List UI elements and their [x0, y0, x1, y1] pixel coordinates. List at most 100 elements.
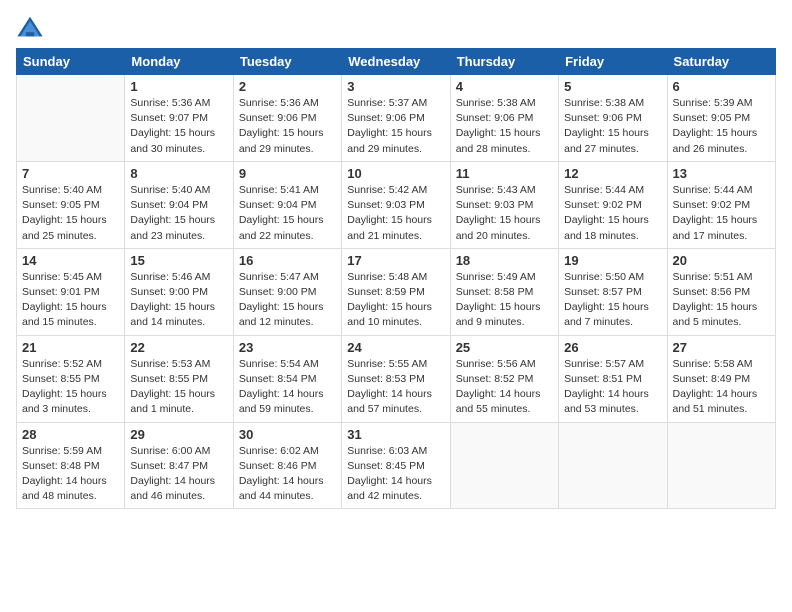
day-info: Sunrise: 5:37 AM Sunset: 9:06 PM Dayligh… — [347, 96, 444, 157]
day-info: Sunrise: 5:39 AM Sunset: 9:05 PM Dayligh… — [673, 96, 770, 157]
day-number: 29 — [130, 427, 227, 442]
day-number: 28 — [22, 427, 119, 442]
calendar-col-header: Thursday — [450, 49, 558, 75]
calendar-cell: 27 Sunrise: 5:58 AM Sunset: 8:49 PM Dayli… — [667, 335, 775, 422]
day-info: Sunrise: 5:43 AM Sunset: 9:03 PM Dayligh… — [456, 183, 553, 244]
day-info: Sunrise: 5:46 AM Sunset: 9:00 PM Dayligh… — [130, 270, 227, 331]
calendar-cell: 20 Sunrise: 5:51 AM Sunset: 8:56 PM Dayli… — [667, 248, 775, 335]
calendar-week-row: 28 Sunrise: 5:59 AM Sunset: 8:48 PM Dayli… — [17, 422, 776, 509]
calendar-cell: 7 Sunrise: 5:40 AM Sunset: 9:05 PM Daylig… — [17, 161, 125, 248]
calendar-cell: 16 Sunrise: 5:47 AM Sunset: 9:00 PM Dayli… — [233, 248, 341, 335]
calendar-cell: 18 Sunrise: 5:49 AM Sunset: 8:58 PM Dayli… — [450, 248, 558, 335]
calendar-col-header: Wednesday — [342, 49, 450, 75]
day-info: Sunrise: 5:40 AM Sunset: 9:05 PM Dayligh… — [22, 183, 119, 244]
day-number: 1 — [130, 79, 227, 94]
calendar-col-header: Monday — [125, 49, 233, 75]
calendar-table: SundayMondayTuesdayWednesdayThursdayFrid… — [16, 48, 776, 509]
day-info: Sunrise: 5:42 AM Sunset: 9:03 PM Dayligh… — [347, 183, 444, 244]
calendar-week-row: 14Sunrise: 5:45 AM Sunset: 9:01 PM Dayli… — [17, 248, 776, 335]
day-number: 7 — [22, 166, 119, 181]
day-info: Sunrise: 5:38 AM Sunset: 9:06 PM Dayligh… — [564, 96, 661, 157]
day-number: 13 — [673, 166, 770, 181]
day-info: Sunrise: 5:55 AM Sunset: 8:53 PM Dayligh… — [347, 357, 444, 418]
day-number: 15 — [130, 253, 227, 268]
day-info: Sunrise: 5:40 AM Sunset: 9:04 PM Dayligh… — [130, 183, 227, 244]
calendar-cell: 10 Sunrise: 5:42 AM Sunset: 9:03 PM Dayli… — [342, 161, 450, 248]
calendar-cell: 30 Sunrise: 6:02 AM Sunset: 8:46 PM Dayli… — [233, 422, 341, 509]
day-number: 3 — [347, 79, 444, 94]
calendar-col-header: Saturday — [667, 49, 775, 75]
day-info: Sunrise: 5:52 AM Sunset: 8:55 PM Dayligh… — [22, 357, 119, 418]
calendar-cell — [450, 422, 558, 509]
day-number: 23 — [239, 340, 336, 355]
day-info: Sunrise: 5:51 AM Sunset: 8:56 PM Dayligh… — [673, 270, 770, 331]
calendar-cell: 14Sunrise: 5:45 AM Sunset: 9:01 PM Dayli… — [17, 248, 125, 335]
day-number: 8 — [130, 166, 227, 181]
calendar-cell: 31Sunrise: 6:03 AM Sunset: 8:45 PM Dayli… — [342, 422, 450, 509]
day-number: 24 — [347, 340, 444, 355]
day-number: 18 — [456, 253, 553, 268]
calendar-cell: 22Sunrise: 5:53 AM Sunset: 8:55 PM Dayli… — [125, 335, 233, 422]
day-info: Sunrise: 6:02 AM Sunset: 8:46 PM Dayligh… — [239, 444, 336, 505]
calendar-cell: 1 Sunrise: 5:36 AM Sunset: 9:07 PM Daylig… — [125, 75, 233, 162]
day-number: 6 — [673, 79, 770, 94]
calendar-cell: 17 Sunrise: 5:48 AM Sunset: 8:59 PM Dayli… — [342, 248, 450, 335]
day-info: Sunrise: 6:00 AM Sunset: 8:47 PM Dayligh… — [130, 444, 227, 505]
calendar-cell: 29 Sunrise: 6:00 AM Sunset: 8:47 PM Dayli… — [125, 422, 233, 509]
calendar-cell: 24 Sunrise: 5:55 AM Sunset: 8:53 PM Dayli… — [342, 335, 450, 422]
day-info: Sunrise: 5:36 AM Sunset: 9:07 PM Dayligh… — [130, 96, 227, 157]
day-info: Sunrise: 5:58 AM Sunset: 8:49 PM Dayligh… — [673, 357, 770, 418]
page-header — [16, 10, 776, 42]
calendar-header-row: SundayMondayTuesdayWednesdayThursdayFrid… — [17, 49, 776, 75]
logo-icon — [16, 14, 44, 42]
day-number: 20 — [673, 253, 770, 268]
calendar-week-row: 21 Sunrise: 5:52 AM Sunset: 8:55 PM Dayli… — [17, 335, 776, 422]
calendar-cell: 26 Sunrise: 5:57 AM Sunset: 8:51 PM Dayli… — [559, 335, 667, 422]
day-info: Sunrise: 5:49 AM Sunset: 8:58 PM Dayligh… — [456, 270, 553, 331]
day-info: Sunrise: 5:45 AM Sunset: 9:01 PM Dayligh… — [22, 270, 119, 331]
day-info: Sunrise: 5:56 AM Sunset: 8:52 PM Dayligh… — [456, 357, 553, 418]
day-info: Sunrise: 5:54 AM Sunset: 8:54 PM Dayligh… — [239, 357, 336, 418]
calendar-cell: 8 Sunrise: 5:40 AM Sunset: 9:04 PM Daylig… — [125, 161, 233, 248]
calendar-cell — [667, 422, 775, 509]
calendar-cell: 15 Sunrise: 5:46 AM Sunset: 9:00 PM Dayli… — [125, 248, 233, 335]
day-info: Sunrise: 5:57 AM Sunset: 8:51 PM Dayligh… — [564, 357, 661, 418]
calendar-cell: 23 Sunrise: 5:54 AM Sunset: 8:54 PM Dayli… — [233, 335, 341, 422]
day-number: 11 — [456, 166, 553, 181]
calendar-week-row: 7 Sunrise: 5:40 AM Sunset: 9:05 PM Daylig… — [17, 161, 776, 248]
calendar-cell — [559, 422, 667, 509]
calendar-col-header: Tuesday — [233, 49, 341, 75]
day-info: Sunrise: 5:59 AM Sunset: 8:48 PM Dayligh… — [22, 444, 119, 505]
calendar-cell: 9 Sunrise: 5:41 AM Sunset: 9:04 PM Daylig… — [233, 161, 341, 248]
calendar-cell — [17, 75, 125, 162]
calendar-cell: 13Sunrise: 5:44 AM Sunset: 9:02 PM Dayli… — [667, 161, 775, 248]
day-number: 2 — [239, 79, 336, 94]
day-info: Sunrise: 5:50 AM Sunset: 8:57 PM Dayligh… — [564, 270, 661, 331]
day-info: Sunrise: 5:47 AM Sunset: 9:00 PM Dayligh… — [239, 270, 336, 331]
day-info: Sunrise: 5:44 AM Sunset: 9:02 PM Dayligh… — [564, 183, 661, 244]
calendar-cell: 11 Sunrise: 5:43 AM Sunset: 9:03 PM Dayli… — [450, 161, 558, 248]
calendar-cell: 12Sunrise: 5:44 AM Sunset: 9:02 PM Dayli… — [559, 161, 667, 248]
calendar-cell: 2 Sunrise: 5:36 AM Sunset: 9:06 PM Daylig… — [233, 75, 341, 162]
day-info: Sunrise: 5:36 AM Sunset: 9:06 PM Dayligh… — [239, 96, 336, 157]
calendar-cell: 3 Sunrise: 5:37 AM Sunset: 9:06 PM Daylig… — [342, 75, 450, 162]
day-info: Sunrise: 5:48 AM Sunset: 8:59 PM Dayligh… — [347, 270, 444, 331]
calendar-col-header: Sunday — [17, 49, 125, 75]
day-number: 21 — [22, 340, 119, 355]
day-number: 30 — [239, 427, 336, 442]
day-number: 10 — [347, 166, 444, 181]
day-number: 27 — [673, 340, 770, 355]
calendar-cell: 6 Sunrise: 5:39 AM Sunset: 9:05 PM Daylig… — [667, 75, 775, 162]
day-number: 17 — [347, 253, 444, 268]
calendar-cell: 21 Sunrise: 5:52 AM Sunset: 8:55 PM Dayli… — [17, 335, 125, 422]
day-info: Sunrise: 5:53 AM Sunset: 8:55 PM Dayligh… — [130, 357, 227, 418]
calendar-cell: 5Sunrise: 5:38 AM Sunset: 9:06 PM Daylig… — [559, 75, 667, 162]
day-number: 19 — [564, 253, 661, 268]
day-number: 16 — [239, 253, 336, 268]
day-info: Sunrise: 5:41 AM Sunset: 9:04 PM Dayligh… — [239, 183, 336, 244]
day-number: 9 — [239, 166, 336, 181]
logo — [16, 14, 48, 42]
calendar-cell: 28 Sunrise: 5:59 AM Sunset: 8:48 PM Dayli… — [17, 422, 125, 509]
day-number: 26 — [564, 340, 661, 355]
calendar-cell: 19 Sunrise: 5:50 AM Sunset: 8:57 PM Dayli… — [559, 248, 667, 335]
